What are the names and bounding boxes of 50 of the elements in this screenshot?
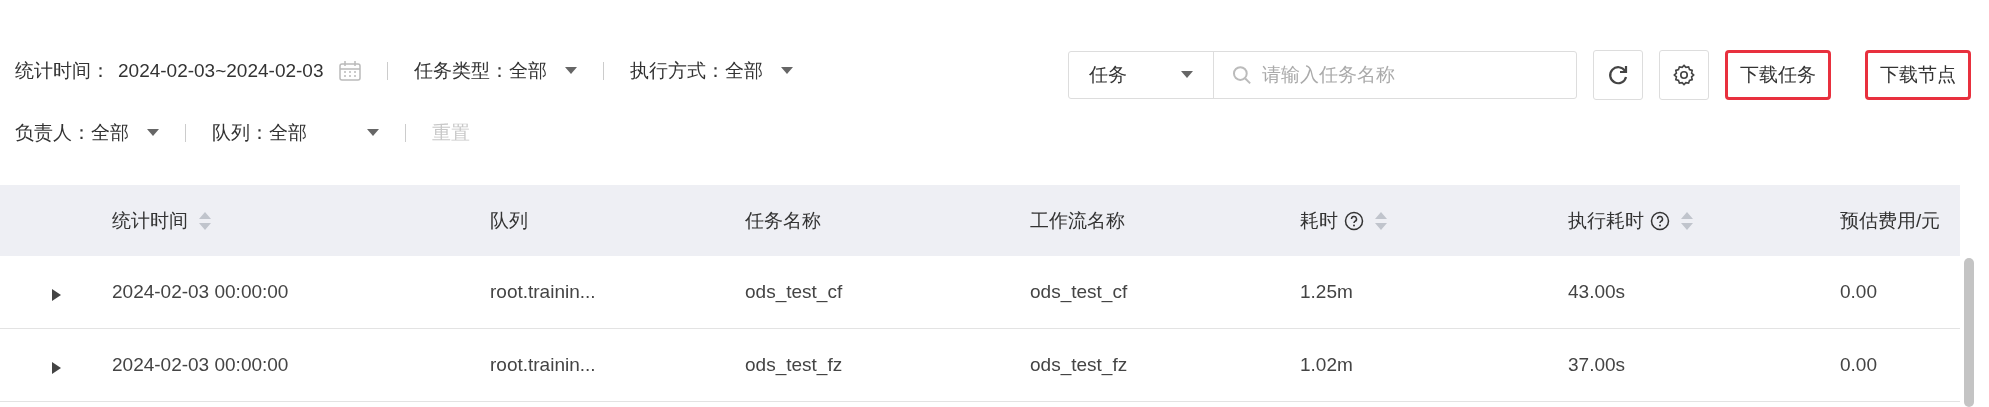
search-icon [1232, 65, 1252, 85]
download-button[interactable]: 下载节点 [1865, 50, 1971, 100]
caret-icon [147, 129, 159, 137]
table-cell: 1.25m [1300, 281, 1353, 302]
column-header: 统计时间 [112, 208, 188, 233]
filter-label: 队列： [212, 121, 269, 145]
caret-icon [367, 129, 379, 137]
column-header: 耗时 [1300, 208, 1338, 233]
table-cell: 0.00 [1840, 281, 1877, 302]
settings-button[interactable] [1659, 50, 1709, 100]
filter-label: 负责人： [15, 121, 91, 145]
table-cell: 2024-02-03 00:00:00 [112, 354, 289, 375]
table-cell: ods_test_cf [1030, 281, 1128, 302]
refresh-button[interactable] [1593, 50, 1643, 100]
table-cell: 2024-02-03 00:00:00 [112, 281, 289, 302]
date-range-field[interactable]: 2024-02-03~2024-02-03 [118, 60, 324, 82]
column-header: 执行耗时 [1568, 208, 1644, 233]
filter-label: 统计时间： [15, 59, 110, 83]
table-cell: 1.02m [1300, 354, 1353, 375]
caret-icon [1181, 71, 1193, 79]
search-field[interactable]: 任务 请输入任务名称 [1068, 51, 1577, 99]
download-button[interactable]: 下载任务 [1725, 50, 1831, 100]
column-header: 工作流名称 [1030, 208, 1125, 233]
column-header: 队列 [490, 208, 528, 233]
scope-select[interactable]: 任务 [1069, 52, 1214, 98]
table-cell: ods_test_fz [745, 354, 843, 375]
filter-label: 执行方式： [630, 59, 726, 83]
filter-value[interactable]: 全部 [725, 58, 764, 84]
filter-value[interactable]: 全部 [91, 120, 129, 146]
table-cell: 43.00s [1568, 281, 1626, 302]
caret-icon [565, 67, 578, 75]
filter-value[interactable]: 全部 [269, 120, 307, 146]
expand-icon[interactable] [50, 361, 62, 375]
table-cell: root.trainin... [490, 354, 596, 375]
help-icon[interactable] [1344, 210, 1364, 231]
table-cell: ods_test_cf [745, 281, 843, 302]
table-cell: 37.00s [1568, 354, 1626, 375]
settings-icon [1673, 64, 1695, 86]
scrollbar[interactable] [1964, 258, 1974, 407]
help-icon[interactable] [1650, 210, 1670, 231]
column-header: 预估费用/元 [1840, 208, 1941, 233]
table-cell: 0.00 [1840, 354, 1877, 375]
caret-icon [781, 67, 794, 75]
filter-value[interactable]: 全部 [509, 58, 548, 84]
column-header: 任务名称 [745, 208, 821, 233]
filter-label: 任务类型： [414, 59, 510, 83]
table-cell: root.trainin... [490, 281, 596, 302]
expand-icon[interactable] [50, 288, 62, 302]
table-cell: ods_test_fz [1030, 354, 1128, 375]
refresh-icon [1607, 64, 1629, 86]
